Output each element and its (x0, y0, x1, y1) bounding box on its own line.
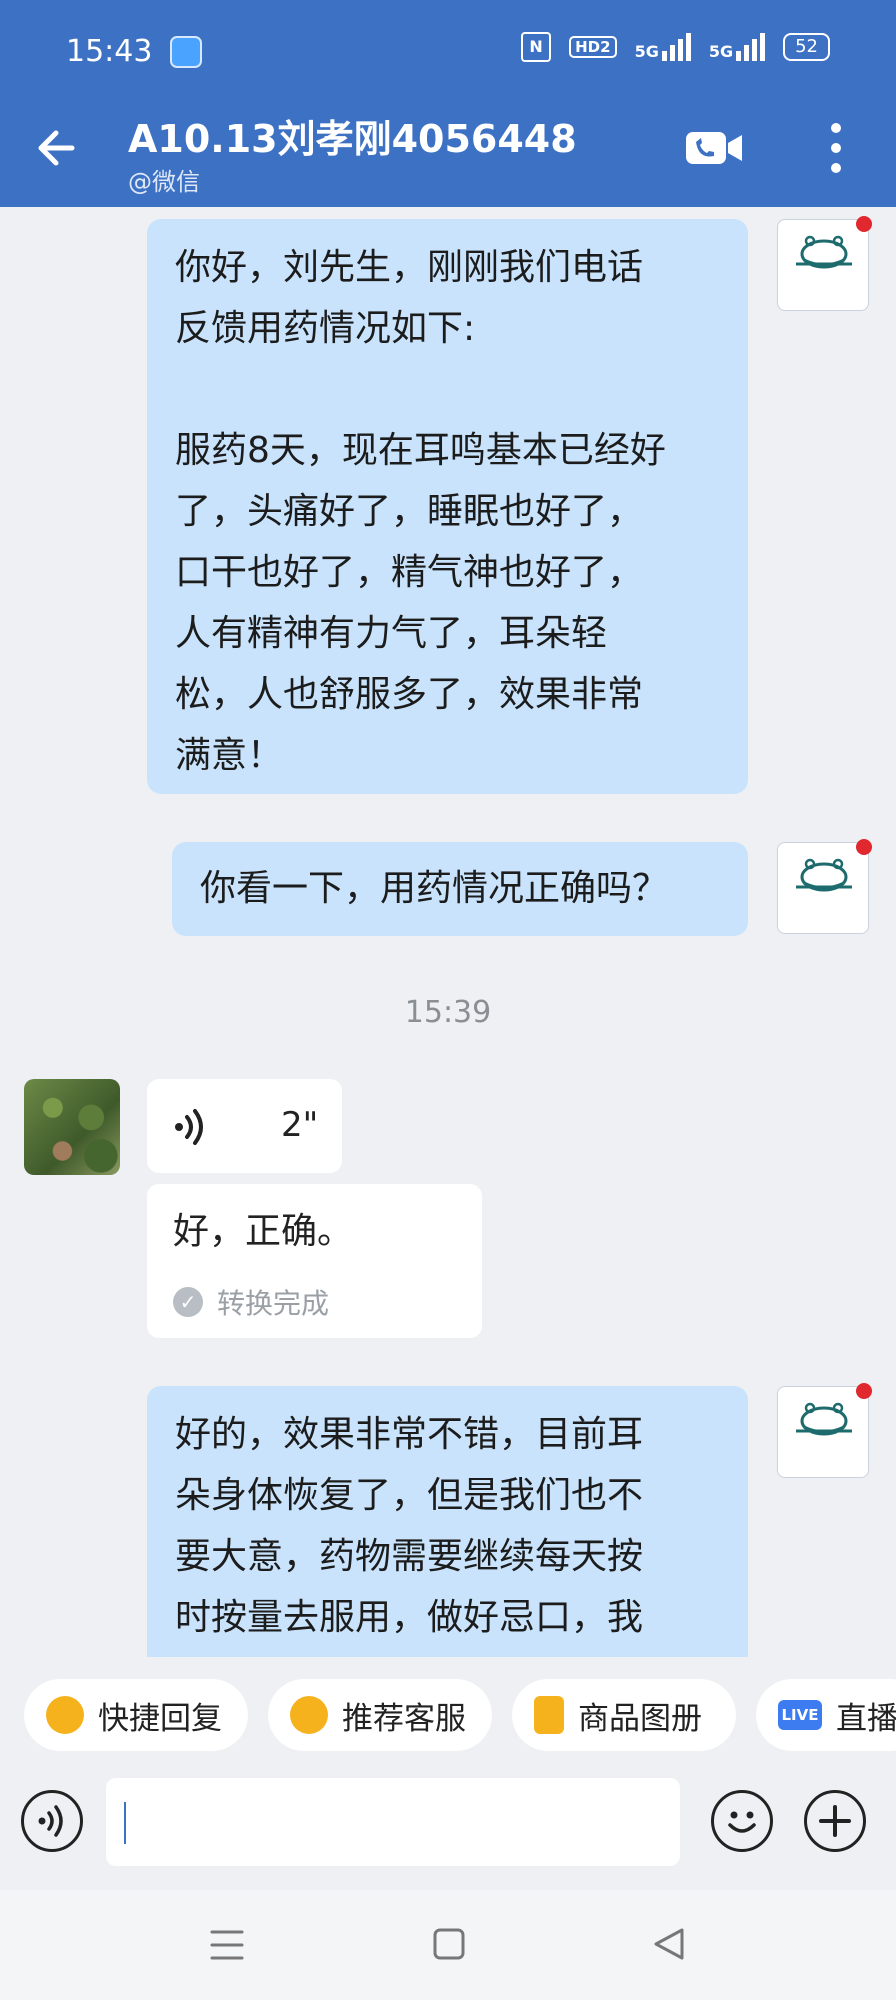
emoji-button[interactable] (711, 1790, 773, 1852)
recommend-service-button[interactable]: 推荐客服 (268, 1679, 492, 1751)
outgoing-message-2[interactable]: 你看一下，用药情况正确吗？ (172, 842, 748, 936)
back-arrow-icon[interactable] (32, 122, 84, 174)
message-line: 好的，效果非常不错，目前耳 (175, 1414, 644, 1455)
hippo-logo-icon (796, 235, 852, 269)
system-nav-bar (0, 1890, 896, 2000)
chat-title: A10.13刘孝刚4056448 (128, 117, 577, 161)
product-catalog-label: 商品图册 (578, 1700, 702, 1737)
chat-bubble-icon (290, 1696, 328, 1734)
message-line: 人有精神有力气了，耳朵轻 (175, 613, 608, 654)
signal-label-1: 5G (634, 42, 659, 61)
unread-dot (856, 216, 872, 232)
contact-avatar[interactable] (24, 1079, 120, 1175)
status-time: 15:43 (66, 34, 153, 69)
quick-reply-label: 快捷回复 (98, 1700, 222, 1737)
more-icon[interactable] (826, 120, 846, 176)
back-nav-icon[interactable] (652, 1927, 686, 1961)
transcript-text: 好，正确。 (173, 1211, 354, 1252)
voice-wave-icon (175, 1109, 203, 1145)
voice-icon (38, 1805, 63, 1837)
top-bar: 15:43 N HD2 5G 5G 52 A10.13刘孝刚4056448 @微… (0, 0, 896, 207)
message-line (175, 359, 720, 420)
text-cursor (124, 1802, 126, 1844)
transcript-status-label: 转换完成 (217, 1287, 330, 1320)
check-icon: ✓ (173, 1287, 203, 1317)
message-line: 满意！ (175, 735, 284, 776)
message-line: 口干也好了，精气神也好了， (175, 552, 644, 593)
transcript-status: ✓ 转换完成 (173, 1282, 329, 1322)
quick-reply-icon (46, 1696, 84, 1734)
outgoing-message-3[interactable]: 好的，效果非常不错，目前耳 朵身体恢复了，但是我们也不 要大意，药物需要继续每天… (147, 1386, 748, 1657)
status-bar: 15:43 N HD2 5G 5G 52 (0, 0, 896, 100)
message-text: 你看一下，用药情况正确吗？ (200, 868, 669, 909)
plus-icon (819, 1805, 851, 1837)
catalog-icon (534, 1696, 564, 1734)
live-icon: LIVE (778, 1700, 822, 1730)
message-line: 反馈用药情况如下: (175, 308, 476, 349)
add-button[interactable] (804, 1790, 866, 1852)
message-line: 服药8天，现在耳鸣基本已经好 (175, 430, 666, 471)
message-line: 你好，刘先生，刚刚我们电话 (175, 247, 644, 288)
chat-subtitle: @微信 (128, 168, 200, 196)
agent-avatar[interactable] (777, 839, 872, 934)
input-bar (0, 1775, 896, 1890)
agent-avatar[interactable] (777, 216, 872, 311)
message-line: 朵身体恢复了，但是我们也不 (175, 1475, 644, 1516)
emoji-icon (728, 1811, 756, 1833)
voice-message[interactable]: 2" (147, 1079, 342, 1173)
message-line: 时按量去服用，做好忌口，我 (175, 1597, 644, 1638)
quick-actions-bar: 快捷回复 推荐客服 商品图册 LIVE 直播 (0, 1657, 896, 1775)
quick-reply-button[interactable]: 快捷回复 (24, 1679, 248, 1751)
hippo-logo-icon (796, 858, 852, 892)
live-label: 直播 (836, 1700, 896, 1737)
app-notification-icon (170, 36, 202, 68)
message-line: 了，头痛好了，睡眠也好了， (175, 491, 644, 532)
signal-icon-2: 5G (708, 33, 766, 61)
agent-avatar[interactable] (777, 1383, 872, 1478)
nfc-icon: N (521, 32, 552, 62)
product-catalog-button[interactable]: 商品图册 (512, 1679, 736, 1751)
battery-icon: 52 (783, 33, 830, 61)
signal-label-2: 5G (708, 42, 734, 61)
voice-transcript[interactable]: 好，正确。 ✓ 转换完成 (147, 1184, 482, 1338)
voice-input-button[interactable] (21, 1790, 83, 1852)
voice-duration: 2" (281, 1105, 319, 1145)
recommend-service-label: 推荐客服 (342, 1700, 466, 1737)
message-line: 松，人也舒服多了，效果非常 (175, 674, 644, 715)
unread-dot (856, 839, 872, 855)
video-call-icon[interactable] (684, 126, 744, 170)
home-nav-icon[interactable] (432, 1927, 466, 1961)
live-button[interactable]: LIVE 直播 (756, 1679, 896, 1751)
signal-icon-1: 5G (635, 33, 691, 61)
message-timestamp: 15:39 (404, 995, 492, 1030)
system-icons: N HD2 5G 5G 52 (521, 32, 830, 62)
hd-icon: HD2 (569, 36, 617, 58)
hippo-logo-icon (796, 1402, 852, 1436)
unread-dot (856, 1383, 872, 1399)
message-line: 要大意，药物需要继续每天按 (175, 1536, 644, 1577)
chat-area[interactable]: 你好，刘先生，刚刚我们电话 反馈用药情况如下: 服药8天，现在耳鸣基本已经好 了… (0, 207, 896, 1657)
menu-nav-icon[interactable] (209, 1928, 245, 1962)
message-input[interactable] (106, 1778, 680, 1866)
chat-header: A10.13刘孝刚4056448 @微信 (0, 100, 896, 207)
outgoing-message-1[interactable]: 你好，刘先生，刚刚我们电话 反馈用药情况如下: 服药8天，现在耳鸣基本已经好 了… (147, 219, 748, 794)
